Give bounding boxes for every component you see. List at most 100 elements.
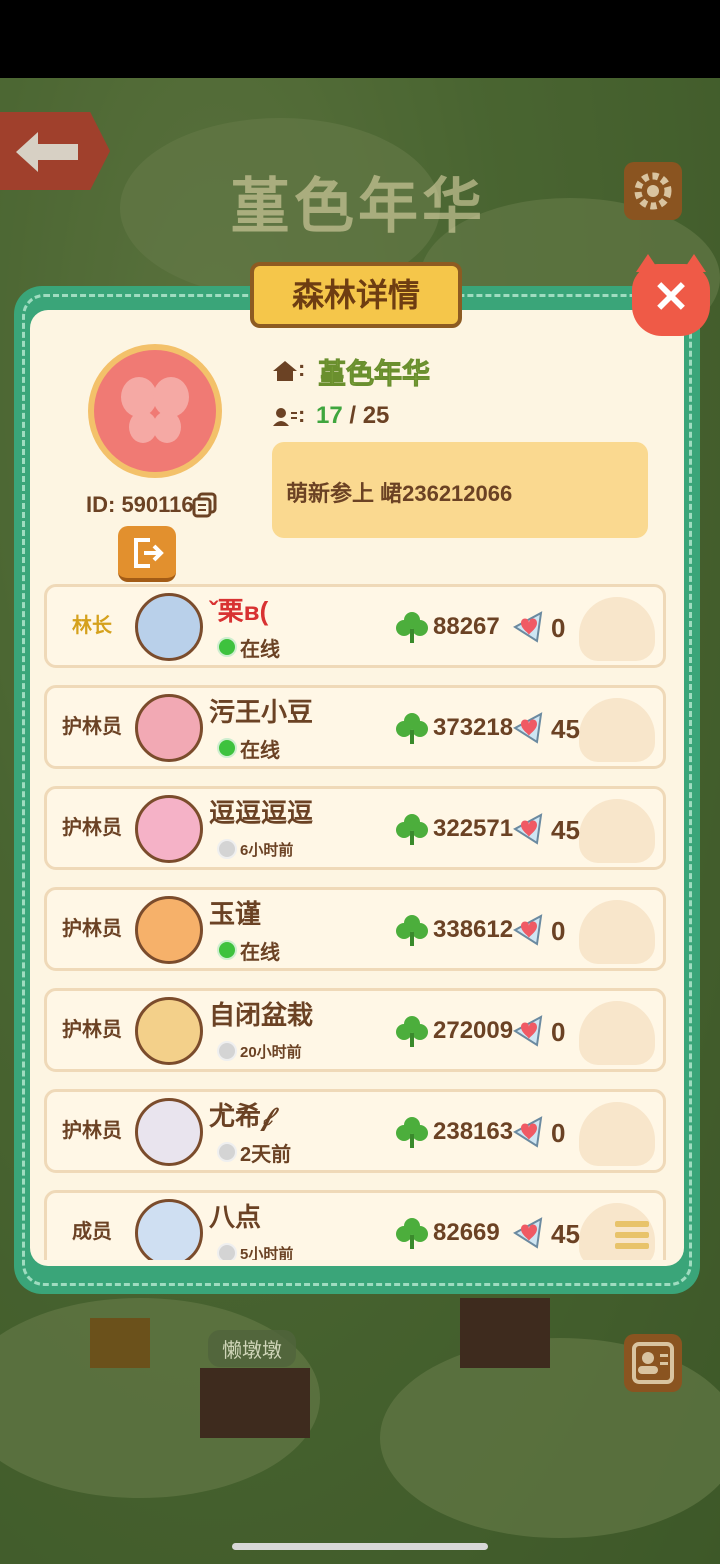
member-row[interactable]: 护林员 污王小豆 在线 373218 45 xyxy=(44,685,666,769)
guild-announcement: 萌新参上 峮236212066 xyxy=(272,442,648,538)
row-background-decoration xyxy=(579,698,655,762)
member-name: 自闭盆栽 xyxy=(209,1000,314,1030)
back-button[interactable] xyxy=(0,112,110,190)
members-icon xyxy=(273,408,297,426)
member-row[interactable]: 护林员 尤希𝒻 2天前 238163 0 xyxy=(44,1089,666,1173)
leave-forest-button[interactable] xyxy=(118,526,176,582)
row-background-decoration xyxy=(579,1102,655,1166)
background-guild-title: 堇色年华 xyxy=(230,172,486,242)
guild-name: 堇色年华 xyxy=(317,358,431,390)
member-avatar[interactable] xyxy=(135,593,203,661)
butterfly-icon xyxy=(121,377,189,443)
member-row[interactable]: 林长 ˇ栗ʙ( 在线 88267 0 xyxy=(44,584,666,668)
online-status-dot xyxy=(217,940,237,960)
close-button[interactable]: ✕ xyxy=(632,254,710,336)
member-row[interactable]: 护林员 自闭盆栽 20小时前 272009 0 xyxy=(44,988,666,1072)
member-likes: 45 xyxy=(551,815,580,845)
home-indicator[interactable] xyxy=(232,1543,488,1550)
heart-letter-icon xyxy=(513,611,543,643)
heart-letter-icon xyxy=(513,1015,543,1047)
offline-status-dot xyxy=(217,1142,237,1162)
member-status: 在线 xyxy=(240,740,280,762)
gear-icon xyxy=(634,172,672,210)
member-row[interactable]: 成员 八点 5小时前 82669 45 xyxy=(44,1190,666,1260)
member-avatar[interactable] xyxy=(135,1199,203,1260)
member-likes: 0 xyxy=(551,1118,566,1148)
heart-letter-icon xyxy=(513,712,543,744)
exit-icon xyxy=(134,538,164,568)
clover-icon xyxy=(396,915,428,946)
member-role: 成员 xyxy=(72,1221,112,1243)
member-row[interactable]: 护林员 玉谨 在线 338612 0 xyxy=(44,887,666,971)
back-arrow-icon xyxy=(16,132,78,172)
member-avatar[interactable] xyxy=(135,795,203,863)
heart-letter-icon xyxy=(513,1116,543,1148)
member-status: 5小时前 xyxy=(240,1246,294,1260)
online-status-dot xyxy=(217,738,237,758)
guild-emblem xyxy=(88,344,222,478)
member-name: 玉谨 xyxy=(209,899,262,929)
member-count-current: 17 xyxy=(316,402,343,429)
member-likes: 0 xyxy=(551,1017,566,1047)
close-icon: ✕ xyxy=(652,273,690,322)
copy-icon[interactable] xyxy=(192,492,218,518)
row-background-decoration xyxy=(579,1001,655,1065)
member-menu-icon[interactable] xyxy=(615,1221,649,1254)
clover-icon xyxy=(396,1218,428,1249)
member-role: 护林员 xyxy=(62,1019,122,1041)
member-contribution: 82669 xyxy=(433,1219,500,1246)
row-background-decoration xyxy=(579,799,655,863)
member-likes: 0 xyxy=(551,613,566,643)
member-role: 护林员 xyxy=(62,1120,122,1142)
label-colon: : xyxy=(298,402,306,427)
member-role: 护林员 xyxy=(62,817,122,839)
clover-icon xyxy=(396,814,428,845)
home-icon xyxy=(273,361,297,381)
row-background-decoration xyxy=(579,597,655,661)
member-status: 在线 xyxy=(240,942,280,964)
member-list[interactable]: 林长 ˇ栗ʙ( 在线 88267 0 护林员 污王小豆 在线 373218 45… xyxy=(44,584,668,1260)
member-count: 17 / 25 xyxy=(316,402,389,430)
member-row[interactable]: 护林员 逗逗逗逗 6小时前 322571 45 xyxy=(44,786,666,870)
member-contribution: 272009 xyxy=(433,1017,514,1044)
member-contribution: 238163 xyxy=(433,1118,514,1145)
member-name: 尤希𝒻 xyxy=(209,1101,273,1131)
member-likes: 0 xyxy=(551,916,566,946)
member-name: 八点 xyxy=(209,1202,262,1232)
guild-id: ID: 590116 xyxy=(86,492,194,517)
member-name: 逗逗逗逗 xyxy=(209,798,314,828)
member-count-max: / 25 xyxy=(349,402,390,429)
member-contribution: 338612 xyxy=(433,916,514,943)
member-name: ˇ栗ʙ( xyxy=(209,596,269,626)
member-status: 2天前 xyxy=(240,1144,292,1166)
clover-icon xyxy=(396,713,428,744)
settings-button[interactable] xyxy=(624,162,682,220)
member-contribution: 322571 xyxy=(433,815,514,842)
member-card-button[interactable] xyxy=(624,1334,682,1392)
member-role: 林长 xyxy=(72,615,112,637)
row-background-decoration xyxy=(579,900,655,964)
clover-icon xyxy=(396,1117,428,1148)
dialog-title: 森林详情 xyxy=(250,262,462,328)
heart-letter-icon xyxy=(513,914,543,946)
label-colon: : xyxy=(298,356,306,381)
member-status: 在线 xyxy=(240,639,280,661)
offline-status-dot xyxy=(217,1041,237,1061)
member-status: 20小时前 xyxy=(240,1044,302,1061)
member-status: 6小时前 xyxy=(240,842,294,859)
member-name: 污王小豆 xyxy=(209,697,314,727)
heart-letter-icon xyxy=(513,1217,543,1249)
background-player-label: 懒墩墩 xyxy=(208,1330,296,1367)
member-likes: 45 xyxy=(551,1219,580,1249)
offline-status-dot xyxy=(217,1243,237,1260)
heart-letter-icon xyxy=(513,813,543,845)
member-avatar[interactable] xyxy=(135,1098,203,1166)
member-avatar[interactable] xyxy=(135,997,203,1065)
clover-icon xyxy=(396,612,428,643)
offline-status-dot xyxy=(217,839,237,859)
clover-icon xyxy=(396,1016,428,1047)
member-role: 护林员 xyxy=(62,918,122,940)
member-avatar[interactable] xyxy=(135,896,203,964)
member-likes: 45 xyxy=(551,714,580,744)
member-avatar[interactable] xyxy=(135,694,203,762)
